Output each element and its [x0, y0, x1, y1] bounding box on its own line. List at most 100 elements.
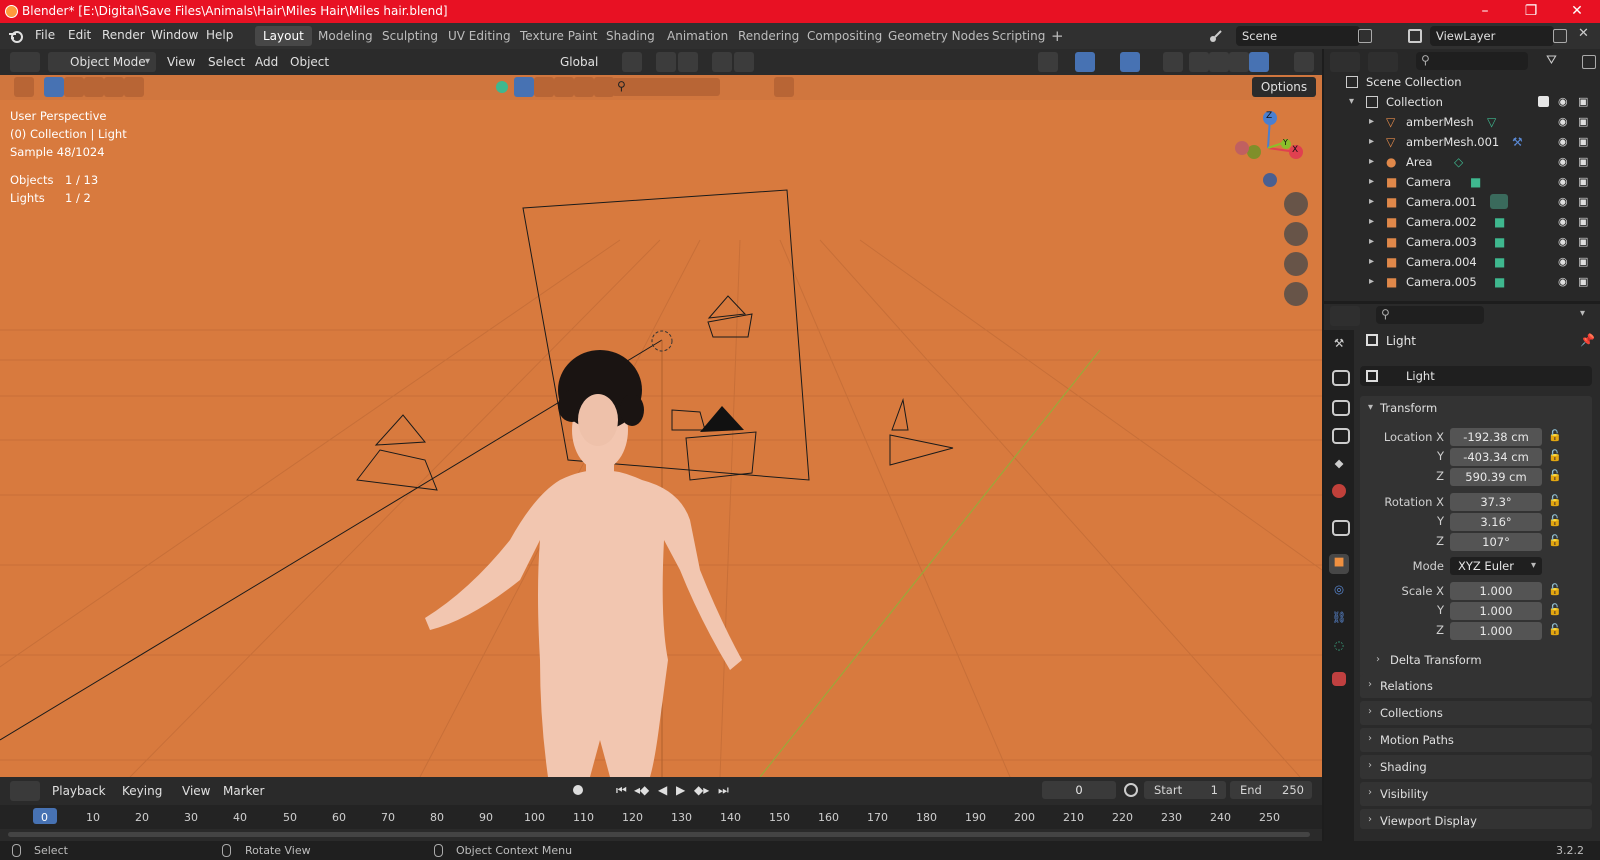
- eye-icon[interactable]: ◉: [1558, 175, 1568, 188]
- filter-funnel-icon[interactable]: [774, 77, 794, 97]
- select-new-icon[interactable]: [44, 77, 64, 97]
- camera-render-icon[interactable]: ▣: [1578, 255, 1588, 268]
- tab-geometry-nodes[interactable]: Geometry Nodes: [880, 26, 997, 46]
- delta-transform-subpanel[interactable]: › Delta Transform: [1368, 650, 1586, 670]
- lock-icon[interactable]: 🔓: [1548, 449, 1562, 462]
- eye-icon[interactable]: ◉: [1558, 135, 1568, 148]
- expand-arrow-icon[interactable]: ▸: [1369, 136, 1374, 147]
- outliner-search-field[interactable]: ⚲: [1416, 52, 1528, 70]
- end-frame-field[interactable]: End 250: [1230, 781, 1312, 799]
- menu-render[interactable]: Render: [102, 28, 145, 42]
- play-reverse-icon[interactable]: ◀: [658, 780, 667, 800]
- world-tab-icon[interactable]: [1332, 484, 1346, 498]
- location-y-field[interactable]: -403.34 cm: [1450, 448, 1542, 466]
- timeline-menu-view[interactable]: View: [182, 781, 210, 801]
- overlays-toggle-icon[interactable]: [1120, 52, 1140, 72]
- location-z-field[interactable]: 590.39 cm: [1450, 468, 1542, 486]
- rotation-y-field[interactable]: 3.16°: [1450, 513, 1542, 531]
- filter-icon-4[interactable]: [574, 77, 594, 97]
- menu-object[interactable]: Object: [290, 52, 329, 72]
- display-mode-icon[interactable]: [1368, 52, 1398, 72]
- eye-icon[interactable]: ◉: [1558, 255, 1568, 268]
- properties-search-field[interactable]: ⚲: [1376, 306, 1484, 324]
- maximize-button[interactable]: ❐: [1508, 0, 1554, 23]
- lock-icon[interactable]: 🔓: [1548, 534, 1562, 547]
- location-x-field[interactable]: -192.38 cm: [1450, 428, 1542, 446]
- view-layer-selector[interactable]: ViewLayer: [1430, 26, 1554, 46]
- eye-icon[interactable]: ◉: [1558, 215, 1568, 228]
- outliner-collection[interactable]: ▾ Collection ◉ ▣: [1324, 92, 1600, 112]
- menu-edit[interactable]: Edit: [68, 28, 91, 42]
- scene-tab-icon[interactable]: ◆: [1329, 456, 1349, 476]
- jump-start-icon[interactable]: ⏮: [616, 780, 627, 800]
- shading-solid-icon[interactable]: [1209, 52, 1229, 72]
- collection-tab-icon[interactable]: [1332, 520, 1350, 536]
- physics-tab-icon[interactable]: ◎: [1329, 582, 1349, 602]
- outliner-item[interactable]: ▸ ▽ amberMesh.001 ⚒ ◉ ▣: [1324, 132, 1600, 152]
- rotation-x-field[interactable]: 37.3°: [1450, 493, 1542, 511]
- constraints-tab-icon[interactable]: ⛓: [1329, 610, 1349, 630]
- jump-keyframe-back-icon[interactable]: ◂◆: [634, 780, 649, 800]
- timeline-editor-type-icon[interactable]: [10, 781, 40, 801]
- proportional-edit-icon[interactable]: [712, 52, 732, 72]
- tab-animation[interactable]: Animation: [659, 26, 736, 46]
- camera-render-icon[interactable]: ▣: [1578, 215, 1588, 228]
- filter-mesh-icon[interactable]: [514, 77, 534, 97]
- eye-icon[interactable]: ◉: [1558, 155, 1568, 168]
- pause-render-icon[interactable]: [1294, 52, 1314, 72]
- camera-render-icon[interactable]: ▣: [1578, 135, 1588, 148]
- remove-view-layer-icon[interactable]: ✕: [1578, 26, 1589, 41]
- outliner-item[interactable]: ▸ ■ Camera.004 ■ ◉ ▣: [1324, 252, 1600, 272]
- lock-icon[interactable]: 🔓: [1548, 603, 1562, 616]
- menu-add[interactable]: Add: [255, 52, 278, 72]
- camera-render-icon[interactable]: ▣: [1578, 175, 1588, 188]
- transform-orientation-selector[interactable]: Global: [538, 52, 614, 72]
- shading-panel[interactable]: › Shading: [1360, 755, 1592, 779]
- camera-view-icon[interactable]: [1284, 252, 1308, 276]
- object-name-field[interactable]: Light: [1360, 366, 1592, 386]
- camera-render-icon[interactable]: ▣: [1578, 155, 1588, 168]
- lock-icon[interactable]: 🔓: [1548, 469, 1562, 482]
- eye-icon[interactable]: ◉: [1558, 195, 1568, 208]
- expand-arrow-icon[interactable]: ▸: [1369, 256, 1374, 267]
- visibility-panel[interactable]: › Visibility: [1360, 782, 1592, 806]
- visibility-selector-icon[interactable]: [1038, 52, 1058, 72]
- outliner-scene-collection[interactable]: Scene Collection: [1324, 72, 1600, 92]
- outliner-item[interactable]: ▸ ■ Camera.003 ■ ◉ ▣: [1324, 232, 1600, 252]
- record-keyframe-icon[interactable]: [573, 785, 583, 795]
- tab-sculpting[interactable]: Sculpting: [374, 26, 446, 46]
- jump-end-icon[interactable]: ⏭: [718, 780, 729, 800]
- pivot-point-icon[interactable]: [622, 52, 642, 72]
- scene-type-icon[interactable]: [1208, 28, 1224, 44]
- camera-render-icon[interactable]: ▣: [1578, 235, 1588, 248]
- view-object-types-icon[interactable]: [496, 81, 508, 93]
- outliner-item[interactable]: ▸ ● Area ◇ ◉ ▣: [1324, 152, 1600, 172]
- select-intersect-icon[interactable]: [124, 77, 144, 97]
- select-subtract-icon[interactable]: [84, 77, 104, 97]
- zoom-icon[interactable]: [1284, 192, 1308, 216]
- scale-z-field[interactable]: 1.000: [1450, 622, 1542, 640]
- timeline-menu-marker[interactable]: Marker: [223, 781, 264, 801]
- expand-arrow-icon[interactable]: ▸: [1369, 156, 1374, 167]
- scale-y-field[interactable]: 1.000: [1450, 602, 1542, 620]
- menu-select[interactable]: Select: [208, 52, 245, 72]
- expand-arrow-icon[interactable]: ▸: [1369, 216, 1374, 227]
- relations-panel[interactable]: › Relations: [1360, 674, 1592, 698]
- menu-view[interactable]: View: [167, 52, 195, 72]
- eye-icon[interactable]: ◉: [1558, 275, 1568, 288]
- chevron-down-icon[interactable]: ▾: [1580, 308, 1585, 319]
- properties-editor-type-icon[interactable]: [1330, 306, 1360, 326]
- texture-tab-icon[interactable]: [1332, 672, 1346, 686]
- camera-render-icon[interactable]: ▣: [1578, 275, 1588, 288]
- play-icon[interactable]: ▶: [676, 780, 685, 800]
- viewport-display-panel[interactable]: › Viewport Display: [1360, 809, 1592, 829]
- snap-icon[interactable]: [656, 52, 676, 72]
- select-invert-icon[interactable]: [104, 77, 124, 97]
- new-collection-icon[interactable]: [1582, 55, 1596, 69]
- xray-toggle-icon[interactable]: [1163, 52, 1183, 72]
- eye-icon[interactable]: ◉: [1558, 95, 1568, 108]
- timeline-menu-playback[interactable]: Playback: [52, 781, 106, 801]
- motion-paths-panel[interactable]: › Motion Paths: [1360, 728, 1592, 752]
- collections-panel[interactable]: › Collections: [1360, 701, 1592, 725]
- expand-arrow-icon[interactable]: ▸: [1369, 116, 1374, 127]
